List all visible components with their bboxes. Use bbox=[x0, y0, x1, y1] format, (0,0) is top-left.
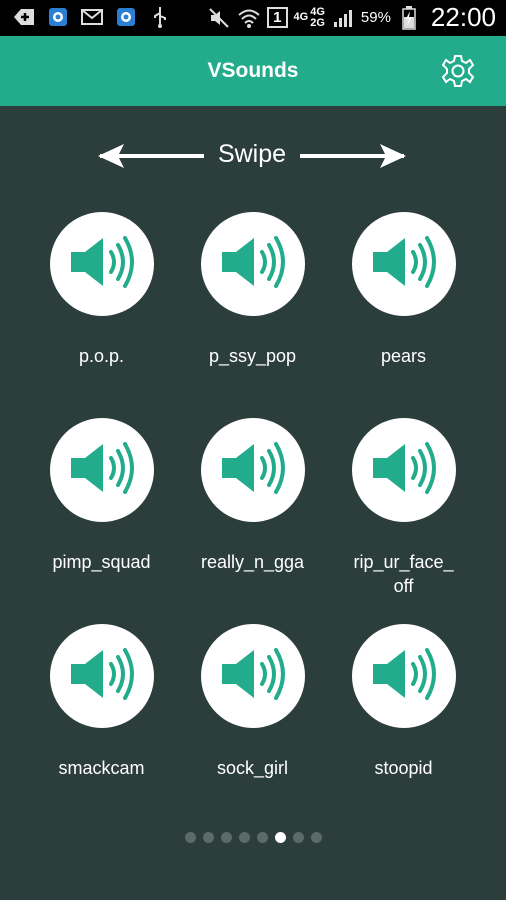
camera-app-icon bbox=[114, 5, 138, 29]
app-bar: VSounds bbox=[0, 36, 506, 106]
speaker-icon bbox=[67, 232, 137, 297]
sound-label: p.o.p. bbox=[78, 346, 125, 366]
settings-button[interactable] bbox=[440, 53, 476, 89]
speaker-icon bbox=[218, 644, 288, 709]
sound-label: pears bbox=[380, 346, 427, 366]
sound-play-button[interactable] bbox=[351, 418, 456, 522]
speaker-icon bbox=[218, 232, 288, 297]
sound-play-button[interactable] bbox=[351, 624, 456, 728]
sound-item[interactable]: sock_girl bbox=[177, 624, 328, 830]
page-dot[interactable] bbox=[292, 832, 304, 843]
sound-item[interactable]: pears bbox=[328, 212, 479, 418]
page-dot[interactable] bbox=[238, 832, 250, 843]
sound-play-button[interactable] bbox=[200, 418, 305, 522]
mail-icon bbox=[80, 5, 104, 29]
sound-item[interactable]: really_n_gga bbox=[177, 418, 328, 624]
page-indicator bbox=[0, 832, 506, 843]
speaker-icon bbox=[369, 644, 439, 709]
battery-percent: 59% bbox=[360, 9, 391, 26]
sound-play-button[interactable] bbox=[200, 624, 305, 728]
speaker-icon bbox=[218, 438, 288, 503]
app-title: VSounds bbox=[207, 59, 299, 82]
sound-play-button[interactable] bbox=[351, 212, 456, 316]
signal-icon bbox=[331, 6, 355, 30]
speaker-icon bbox=[369, 232, 439, 297]
speaker-icon bbox=[67, 644, 137, 709]
swipe-hint: Swipe bbox=[96, 136, 408, 176]
sound-item[interactable]: rip_ur_face_off bbox=[328, 418, 479, 624]
battery-icon bbox=[397, 5, 421, 30]
status-bar: 1 4G 4G 2G 59% 22:00 bbox=[0, 0, 506, 36]
sound-item[interactable]: p_ssy_pop bbox=[177, 212, 328, 418]
sound-label: sock_girl bbox=[216, 758, 289, 778]
page-dot[interactable] bbox=[274, 832, 286, 843]
sound-play-button[interactable] bbox=[49, 418, 154, 522]
page-dot[interactable] bbox=[184, 832, 196, 843]
sound-label: really_n_gga bbox=[200, 552, 305, 572]
sound-grid: p.o.p. p_ssy_pop pears pimp_squad really_n_g… bbox=[26, 212, 480, 830]
sound-play-button[interactable] bbox=[200, 212, 305, 316]
usb-icon bbox=[148, 5, 172, 29]
sound-label: pimp_squad bbox=[52, 552, 151, 572]
speaker-icon bbox=[369, 438, 439, 503]
sound-label: smackcam bbox=[58, 758, 145, 778]
speaker-icon bbox=[67, 438, 137, 503]
page-dot[interactable] bbox=[220, 832, 232, 843]
page-dot[interactable] bbox=[202, 832, 214, 843]
add-icon bbox=[12, 5, 36, 29]
page-dot[interactable] bbox=[256, 832, 268, 843]
sound-item[interactable]: pimp_squad bbox=[26, 418, 177, 624]
page-dot[interactable] bbox=[310, 832, 322, 843]
network-indicator: 4G 4G 2G bbox=[293, 5, 325, 29]
right-arrow-icon bbox=[300, 144, 406, 168]
sim-indicator: 1 bbox=[267, 7, 288, 28]
gear-icon bbox=[441, 55, 475, 87]
camera-app-icon bbox=[46, 5, 70, 29]
sound-item[interactable]: smackcam bbox=[26, 624, 177, 830]
mute-icon bbox=[207, 6, 231, 30]
clock: 22:00 bbox=[430, 2, 496, 32]
sound-label: stoopid bbox=[374, 758, 433, 778]
sound-play-button[interactable] bbox=[49, 624, 154, 728]
sound-item[interactable]: p.o.p. bbox=[26, 212, 177, 418]
sound-play-button[interactable] bbox=[49, 212, 154, 316]
sound-label: p_ssy_pop bbox=[208, 346, 297, 366]
sound-label: rip_ur_face_off bbox=[353, 552, 454, 596]
wifi-icon bbox=[237, 6, 261, 30]
sound-item[interactable]: stoopid bbox=[328, 624, 479, 830]
